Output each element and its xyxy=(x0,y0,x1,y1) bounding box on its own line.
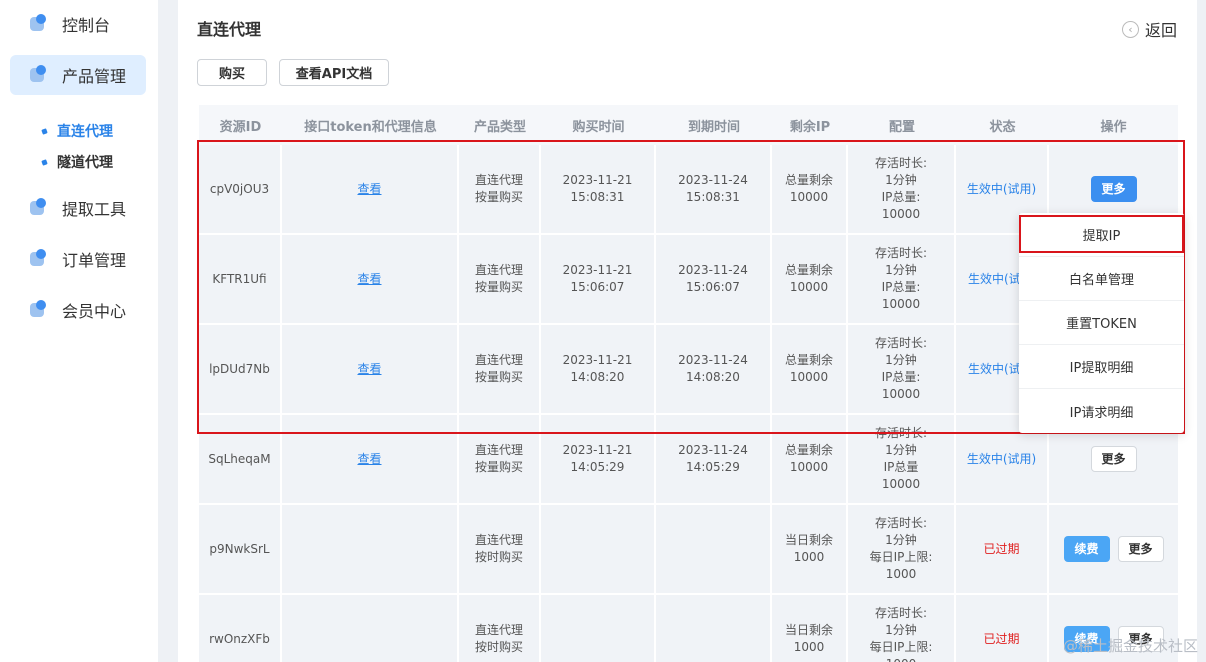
product-icon xyxy=(28,65,48,85)
config: 存活时长:1分钟每日IP上限:1000 xyxy=(848,595,956,662)
column-header: 产品类型 xyxy=(473,119,526,135)
buy-button[interactable]: 购买 xyxy=(197,59,267,86)
expire-time: 2023-11-24 14:08:20 xyxy=(656,325,772,415)
product-type: 直连代理 按量购买 xyxy=(459,145,541,235)
expire-time: 2023-11-24 14:05:29 xyxy=(656,415,772,505)
renew-button[interactable]: 续费 xyxy=(1063,536,1110,562)
column-header: 状态 xyxy=(989,119,1016,135)
tool-icon xyxy=(28,198,48,218)
expire-time xyxy=(656,595,772,662)
more-button[interactable]: 更多 xyxy=(1090,176,1137,202)
purchase-time: 2023-11-21 15:06:07 xyxy=(541,235,656,325)
config: 存活时长:1分钟每日IP上限:1000 xyxy=(848,505,956,595)
product-type: 直连代理 按量购买 xyxy=(459,235,541,325)
more-button[interactable]: 更多 xyxy=(1117,536,1164,562)
config: 存活时长: 1分钟 IP总量: 10000 xyxy=(848,325,956,415)
order-icon xyxy=(28,249,48,269)
back-arrow-icon: ‹ xyxy=(1121,20,1139,38)
table-header: 资源ID 接口token和代理信息 产品类型 购买时间 到期时间 剩余IP 配置… xyxy=(199,105,1178,145)
sidebar-item-dashboard[interactable]: 控制台 xyxy=(10,4,146,44)
status-badge: 已过期 xyxy=(983,631,1020,646)
menu-item-ip-extract-detail[interactable]: IP提取明细 xyxy=(1019,345,1184,389)
column-header: 到期时间 xyxy=(687,119,740,135)
view-token-link[interactable]: 查看 xyxy=(357,181,381,198)
bullet-icon xyxy=(41,127,48,135)
sidebar-item-member[interactable]: 会员中心 xyxy=(10,290,146,330)
sidebar-item-tools[interactable]: 提取工具 xyxy=(10,188,146,228)
purchase-time: 2023-11-21 14:05:29 xyxy=(541,415,656,505)
column-header: 资源ID xyxy=(219,119,262,135)
back-label: 返回 xyxy=(1144,21,1177,40)
sidebar-item-label: 控制台 xyxy=(62,16,111,35)
product-type: 直连代理 按量购买 xyxy=(459,415,541,505)
watermark: @稀土掘金技术社区 xyxy=(1062,637,1198,655)
view-token-link[interactable]: 查看 xyxy=(357,361,381,378)
sidebar-item-label: 提取工具 xyxy=(62,200,127,219)
product-type: 直连代理 按时购买 xyxy=(459,595,541,662)
purchase-time: 2023-11-21 14:08:20 xyxy=(541,325,656,415)
column-header: 配置 xyxy=(888,119,915,135)
menu-item-ip-request-detail[interactable]: IP请求明细 xyxy=(1019,389,1184,433)
config: 存活时长: 1分钟 IP总量 10000 xyxy=(848,415,956,505)
remaining-ip: 总量剩余 10000 xyxy=(772,235,848,325)
status-badge: 生效中(试用) xyxy=(966,451,1037,466)
resource-id: rwOnzXFb xyxy=(199,595,282,662)
subitem-label: 直连代理 xyxy=(57,124,113,140)
sidebar-item-label: 产品管理 xyxy=(62,67,127,86)
sidebar-subitem-direct-proxy[interactable]: 直连代理 xyxy=(41,121,113,141)
product-type: 直连代理 按量购买 xyxy=(459,325,541,415)
token-cell xyxy=(282,595,459,662)
remaining-ip: 总量剩余 10000 xyxy=(772,325,848,415)
column-header: 接口token和代理信息 xyxy=(304,119,437,135)
expire-time: 2023-11-24 15:06:07 xyxy=(656,235,772,325)
remaining-ip: 总量剩余 10000 xyxy=(772,415,848,505)
status-badge: 已过期 xyxy=(983,541,1020,556)
member-icon xyxy=(28,300,48,320)
config: 存活时长: 1分钟 IP总量: 10000 xyxy=(848,145,956,235)
resource-id: cpV0jOU3 xyxy=(199,145,282,235)
menu-item-reset-token[interactable]: 重置TOKEN xyxy=(1019,301,1184,345)
column-header: 操作 xyxy=(1100,119,1127,135)
back-button[interactable]: ‹ 返回 xyxy=(1121,17,1177,41)
table-row: p9NwkSrL 直连代理 按时购买 当日剩余 1000 存活时长: 1分钟 每日IP上… xyxy=(199,505,1178,595)
table-row: rwOnzXFb 直连代理 按时购买 当日剩余 1000 存活时长: 1分钟 每日IP上… xyxy=(199,595,1178,662)
sidebar-subitem-tunnel-proxy[interactable]: 隧道代理 xyxy=(41,152,113,172)
resource-id: lpDUd7Nb xyxy=(199,325,282,415)
purchase-time xyxy=(541,595,656,662)
remaining-ip: 当日剩余 1000 xyxy=(772,595,848,662)
status-badge: 生效中(试 xyxy=(968,271,1021,286)
resource-id: SqLheqaM xyxy=(199,415,282,505)
purchase-time xyxy=(541,505,656,595)
expire-time xyxy=(656,505,772,595)
sidebar-item-label: 订单管理 xyxy=(62,251,127,270)
column-header: 购买时间 xyxy=(572,119,625,135)
remaining-ip: 当日剩余 1000 xyxy=(772,505,848,595)
sidebar-item-orders[interactable]: 订单管理 xyxy=(10,239,146,279)
menu-item-whitelist[interactable]: 白名单管理 xyxy=(1019,257,1184,301)
config: 存活时长: 1分钟 IP总量: 10000 xyxy=(848,235,956,325)
resource-id: KFTR1Ufi xyxy=(199,235,282,325)
sidebar: 控制台 产品管理 直连代理 隧道代理 提取工具 订单管理 会员中心 xyxy=(0,0,158,662)
api-doc-button[interactable]: 查看API文档 xyxy=(279,59,389,86)
status-badge: 生效中(试用) xyxy=(966,181,1037,196)
sidebar-item-label: 会员中心 xyxy=(62,302,127,321)
status-badge: 生效中(试 xyxy=(968,361,1021,376)
product-type: 直连代理 按时购买 xyxy=(459,505,541,595)
sidebar-item-products[interactable]: 产品管理 xyxy=(10,55,146,95)
view-token-link[interactable]: 查看 xyxy=(357,271,381,288)
more-button[interactable]: 更多 xyxy=(1090,446,1137,472)
more-dropdown-menu: 提取IP 白名单管理 重置TOKEN IP提取明细 IP请求明细 xyxy=(1019,213,1184,433)
purchase-time: 2023-11-21 15:08:31 xyxy=(541,145,656,235)
token-cell xyxy=(282,505,459,595)
remaining-ip: 总量剩余 10000 xyxy=(772,145,848,235)
view-token-link[interactable]: 查看 xyxy=(357,451,381,468)
resource-id: p9NwkSrL xyxy=(199,505,282,595)
dashboard-icon xyxy=(28,14,48,34)
expire-time: 2023-11-24 15:08:31 xyxy=(656,145,772,235)
page-title: 直连代理 xyxy=(197,20,262,39)
bullet-icon xyxy=(41,158,48,166)
column-header: 剩余IP xyxy=(789,119,831,135)
menu-item-extract-ip[interactable]: 提取IP xyxy=(1019,213,1184,257)
subitem-label: 隧道代理 xyxy=(57,155,113,171)
